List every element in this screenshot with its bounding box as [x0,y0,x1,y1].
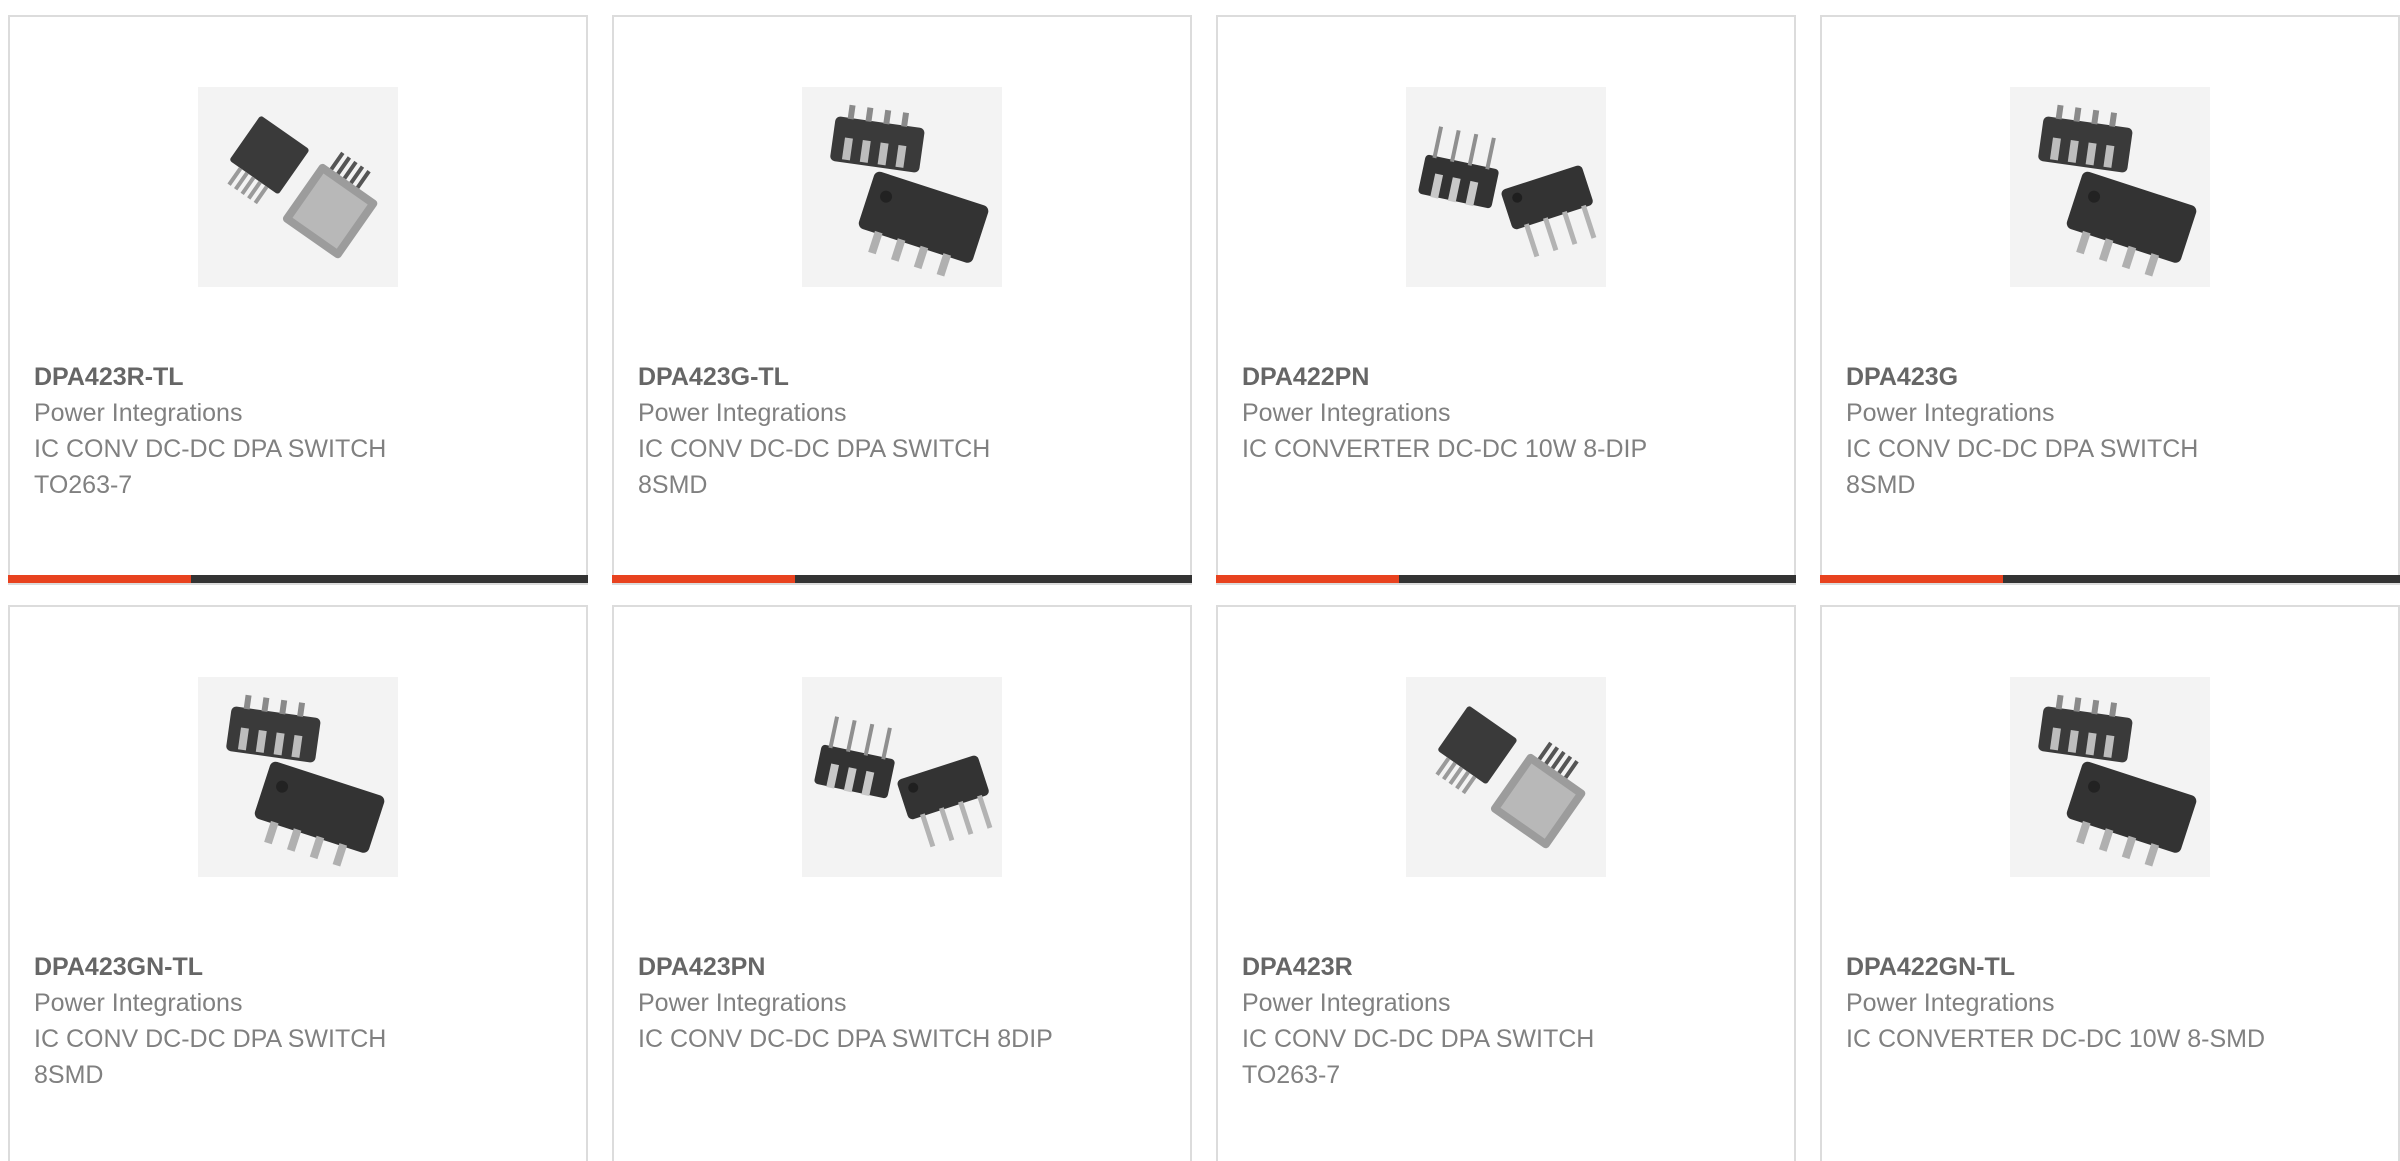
card-bottom-bar [1820,575,2400,583]
card-bottom-bar [612,575,1192,583]
product-info: DPA423G Power Integrations IC CONV DC-DC… [1846,359,2266,503]
card-accent-bar [1216,575,1399,583]
description: IC CONV DC-DC DPA SWITCH 8DIP [638,1025,1053,1053]
product-grid: DPA423R-TL Power Integrations IC CONV DC… [8,15,2400,1161]
part-number-link[interactable]: DPA423G-TL [638,359,1058,395]
description: IC CONV DC-DC DPA SWITCH 8SMD [1846,435,2199,499]
product-image[interactable] [1406,677,1606,877]
product-card[interactable]: DPA423G Power Integrations IC CONV DC-DC… [1820,15,2400,585]
description: IC CONVERTER DC-DC 10W 8-DIP [1242,435,1648,463]
description: IC CONV DC-DC DPA SWITCH 8SMD [34,1025,387,1089]
product-card[interactable]: DPA423R-TL Power Integrations IC CONV DC… [8,15,588,585]
product-info: DPA422PN Power Integrations IC CONVERTER… [1242,359,1662,467]
card-accent-bar [612,575,795,583]
product-image[interactable] [802,677,1002,877]
product-info: DPA423R Power Integrations IC CONV DC-DC… [1242,949,1662,1093]
part-number-link[interactable]: DPA423R [1242,949,1662,985]
product-image[interactable] [802,87,1002,287]
product-card[interactable]: DPA423PN Power Integrations IC CONV DC-D… [612,605,1192,1161]
product-info: DPA423G-TL Power Integrations IC CONV DC… [638,359,1058,503]
product-card[interactable]: DPA423G-TL Power Integrations IC CONV DC… [612,15,1192,585]
product-card[interactable]: DPA422PN Power Integrations IC CONVERTER… [1216,15,1796,585]
part-number-link[interactable]: DPA423G [1846,359,2266,395]
part-number-link[interactable]: DPA423R-TL [34,359,454,395]
smd8-package-icon [2038,694,2197,867]
manufacturer: Power Integrations [1242,989,1451,1017]
manufacturer: Power Integrations [34,989,243,1017]
manufacturer: Power Integrations [1846,399,2055,427]
product-card[interactable]: DPA423GN-TL Power Integrations IC CONV D… [8,605,588,1161]
description: IC CONV DC-DC DPA SWITCH TO263-7 [1242,1025,1595,1089]
card-accent-bar [8,575,191,583]
part-number-link[interactable]: DPA423PN [638,949,1058,985]
manufacturer: Power Integrations [1846,989,2055,1017]
product-image[interactable] [1406,87,1606,287]
smd8-package-icon [830,104,989,277]
manufacturer: Power Integrations [638,399,847,427]
product-info: DPA423GN-TL Power Integrations IC CONV D… [34,949,454,1093]
dip8-package-icon [814,716,993,848]
manufacturer: Power Integrations [34,399,243,427]
part-number-link[interactable]: DPA422PN [1242,359,1662,395]
product-info: DPA423PN Power Integrations IC CONV DC-D… [638,949,1058,1057]
product-image[interactable] [198,87,398,287]
product-image[interactable] [2010,87,2210,287]
part-number-link[interactable]: DPA422GN-TL [1846,949,2266,985]
description: IC CONVERTER DC-DC 10W 8-SMD [1846,1025,2266,1053]
to263-package-icon [1435,706,1586,849]
product-card[interactable]: DPA423R Power Integrations IC CONV DC-DC… [1216,605,1796,1161]
card-bottom-bar [8,575,588,583]
dip8-package-icon [1418,126,1597,258]
product-image[interactable] [198,677,398,877]
smd8-package-icon [2038,104,2197,277]
product-image[interactable] [2010,677,2210,877]
card-accent-bar [1820,575,2003,583]
manufacturer: Power Integrations [638,989,847,1017]
product-info: DPA422GN-TL Power Integrations IC CONVER… [1846,949,2266,1057]
part-number-link[interactable]: DPA423GN-TL [34,949,454,985]
smd8-package-icon [226,694,385,867]
description: IC CONV DC-DC DPA SWITCH 8SMD [638,435,991,499]
card-bottom-bar [1216,575,1796,583]
description: IC CONV DC-DC DPA SWITCH TO263-7 [34,435,387,499]
product-card[interactable]: DPA422GN-TL Power Integrations IC CONVER… [1820,605,2400,1161]
to263-package-icon [227,116,378,259]
product-info: DPA423R-TL Power Integrations IC CONV DC… [34,359,454,503]
manufacturer: Power Integrations [1242,399,1451,427]
